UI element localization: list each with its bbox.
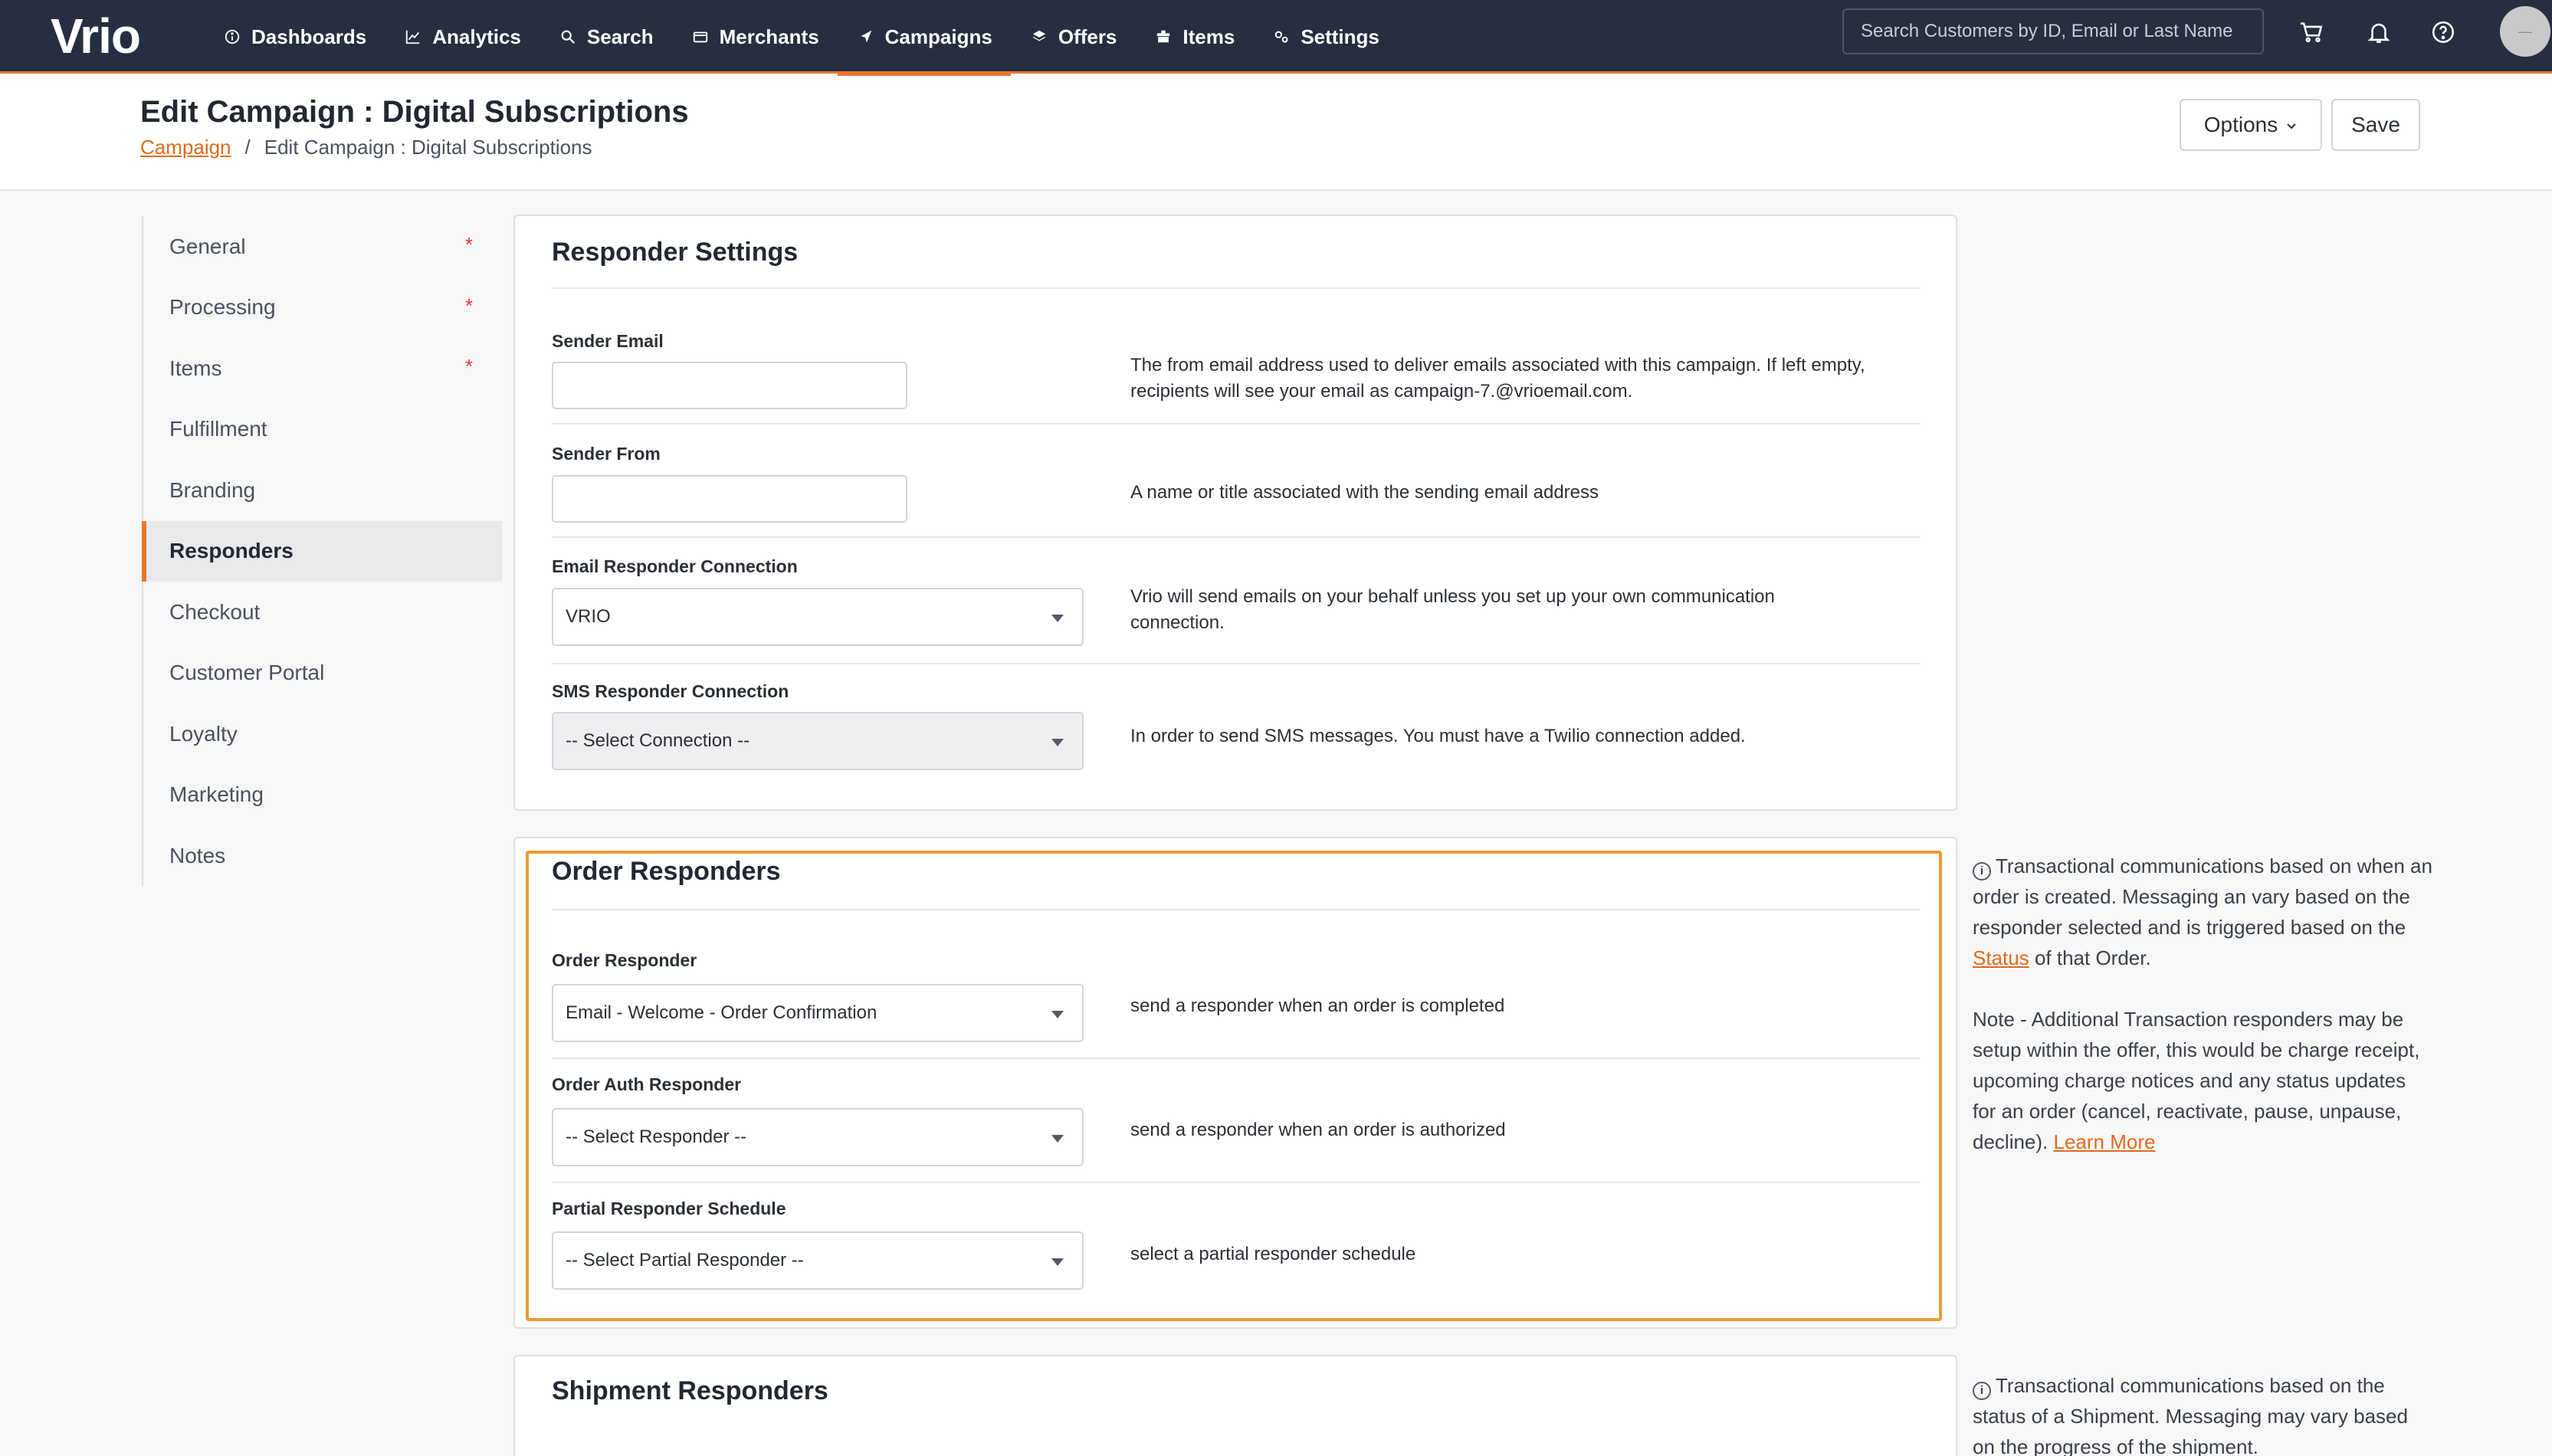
sidebar-item-notes[interactable]: Notes bbox=[143, 825, 502, 887]
divider bbox=[552, 1182, 1921, 1183]
sms-connection-label: SMS Responder Connection bbox=[552, 681, 789, 701]
customer-search-field[interactable] bbox=[1861, 21, 2245, 42]
email-connection-help: Vrio will send emails on your behalf unl… bbox=[1130, 586, 1775, 633]
divider bbox=[552, 663, 1921, 664]
partial-schedule-label: Partial Responder Schedule bbox=[552, 1199, 786, 1218]
sender-email-label: Sender Email bbox=[552, 331, 664, 351]
required-marker: * bbox=[464, 293, 473, 317]
main-nav: Dashboards Analytics Search Merchants Ca… bbox=[204, 0, 1398, 76]
nav-offers[interactable]: Offers bbox=[1011, 0, 1136, 74]
gears-icon bbox=[1271, 27, 1291, 47]
breadcrumb: Campaign / Edit Campaign : Digital Subsc… bbox=[140, 136, 592, 159]
order-auth-responder-help: send a responder when an order is author… bbox=[1130, 1120, 1506, 1140]
order-responder-label: Order Responder bbox=[552, 950, 697, 970]
info-icon bbox=[222, 27, 242, 47]
top-navbar: Vrio Dashboards Analytics Search Merchan… bbox=[0, 0, 2552, 76]
learn-more-link[interactable]: Learn More bbox=[2054, 1130, 2156, 1153]
divider bbox=[552, 423, 1921, 425]
page-title: Edit Campaign : Digital Subscriptions bbox=[140, 95, 689, 129]
shipment-responders-card: Shipment Responders bbox=[513, 1355, 1957, 1456]
nav-settings[interactable]: Settings bbox=[1253, 0, 1398, 74]
sidebar-item-items[interactable]: Items * bbox=[143, 338, 502, 399]
order-auth-responder-select[interactable]: -- Select Responder -- bbox=[552, 1108, 1084, 1166]
divider bbox=[552, 909, 1921, 910]
chart-icon bbox=[403, 27, 423, 47]
email-connection-select[interactable]: VRIO bbox=[552, 588, 1084, 646]
sender-from-label: Sender From bbox=[552, 444, 661, 464]
breadcrumb-separator: / bbox=[244, 136, 251, 159]
options-button[interactable]: Options bbox=[2180, 99, 2322, 151]
page-header: Edit Campaign : Digital Subscriptions Ca… bbox=[0, 76, 2552, 191]
vrio-logo[interactable]: Vrio bbox=[51, 8, 141, 64]
cart-icon[interactable] bbox=[2295, 15, 2328, 49]
order-responders-info: i Transactional communications based on w… bbox=[1973, 851, 2432, 1157]
required-marker: * bbox=[464, 355, 473, 378]
order-note-paragraph: Note - Additional Transaction responders… bbox=[1973, 1008, 2420, 1153]
responder-settings-card: Responder Settings Sender Email The from… bbox=[513, 215, 1957, 811]
nav-analytics[interactable]: Analytics bbox=[385, 0, 540, 74]
help-icon[interactable] bbox=[2426, 15, 2460, 49]
campaign-section-nav: General * Processing * Items * Fulfillment … bbox=[142, 216, 502, 886]
shipment-responders-info: i Transactional communications based on t… bbox=[1973, 1370, 2432, 1456]
sidebar-item-branding[interactable]: Branding bbox=[143, 460, 502, 521]
sender-email-input[interactable] bbox=[552, 362, 907, 409]
status-link[interactable]: Status bbox=[1973, 946, 2029, 969]
order-responder-select[interactable]: Email - Welcome - Order Confirmation bbox=[552, 984, 1084, 1042]
box-icon bbox=[1153, 27, 1173, 47]
divider bbox=[552, 1058, 1921, 1059]
breadcrumb-current: Edit Campaign : Digital Subscriptions bbox=[264, 136, 592, 159]
nav-dashboards[interactable]: Dashboards bbox=[204, 0, 385, 74]
sidebar-item-loyalty[interactable]: Loyalty bbox=[143, 703, 502, 765]
sidebar-item-marketing[interactable]: Marketing bbox=[143, 765, 502, 826]
chevron-down-icon bbox=[2285, 113, 2298, 137]
sender-from-help: A name or title associated with the send… bbox=[1130, 482, 1599, 503]
layers-icon bbox=[1029, 27, 1049, 47]
card-title: Order Responders bbox=[552, 857, 781, 886]
order-responder-help: send a responder when an order is comple… bbox=[1130, 995, 1505, 1016]
nav-items[interactable]: Items bbox=[1135, 0, 1253, 74]
order-responders-card: Order Responders Order Responder Email -… bbox=[513, 837, 1957, 1329]
order-auth-responder-label: Order Auth Responder bbox=[552, 1074, 742, 1094]
partial-schedule-help: select a partial responder schedule bbox=[1130, 1244, 1416, 1264]
nav-merchants[interactable]: Merchants bbox=[672, 0, 838, 74]
customer-search-input[interactable] bbox=[1842, 8, 2264, 54]
sidebar-item-responders[interactable]: Responders bbox=[142, 520, 502, 582]
sms-connection-help: In order to send SMS messages. You must … bbox=[1130, 726, 1746, 746]
sidebar-item-customer-portal[interactable]: Customer Portal bbox=[143, 643, 502, 704]
sender-email-help: The from email address used to deliver e… bbox=[1130, 355, 1865, 402]
sender-email-field[interactable] bbox=[553, 363, 906, 408]
sms-connection-select[interactable]: -- Select Connection -- bbox=[552, 712, 1084, 770]
dropdown-caret-icon bbox=[1051, 615, 1064, 622]
info-icon: i bbox=[1973, 862, 1991, 880]
partial-schedule-select[interactable]: -- Select Partial Responder -- bbox=[552, 1231, 1084, 1290]
shipment-info-paragraph: i Transactional communications based on t… bbox=[1973, 1374, 2408, 1456]
order-info-paragraph: i Transactional communications based on w… bbox=[1973, 854, 2432, 969]
search-icon bbox=[558, 27, 578, 47]
dropdown-caret-icon bbox=[1051, 1011, 1064, 1018]
divider bbox=[552, 287, 1921, 289]
divider bbox=[552, 536, 1921, 538]
save-button[interactable]: Save bbox=[2331, 99, 2420, 151]
nav-search[interactable]: Search bbox=[540, 0, 672, 74]
sender-from-field[interactable] bbox=[553, 477, 906, 521]
dropdown-caret-icon bbox=[1051, 1258, 1064, 1266]
card-title: Responder Settings bbox=[552, 238, 799, 267]
required-marker: * bbox=[464, 233, 473, 256]
breadcrumb-campaign-link[interactable]: Campaign bbox=[140, 136, 231, 159]
bell-icon[interactable] bbox=[2362, 15, 2396, 49]
sidebar-item-general[interactable]: General * bbox=[143, 216, 502, 277]
sender-from-input[interactable] bbox=[552, 475, 907, 523]
send-icon bbox=[856, 27, 876, 47]
sidebar-item-processing[interactable]: Processing * bbox=[143, 277, 502, 339]
card-title: Shipment Responders bbox=[552, 1376, 828, 1405]
dropdown-caret-icon bbox=[1051, 739, 1064, 746]
card-icon bbox=[690, 27, 710, 47]
nav-campaigns[interactable]: Campaigns bbox=[837, 0, 1011, 76]
email-connection-label: Email Responder Connection bbox=[552, 556, 798, 576]
sidebar-item-fulfillment[interactable]: Fulfillment bbox=[143, 399, 502, 461]
info-icon: i bbox=[1973, 1382, 1991, 1400]
sidebar-item-checkout[interactable]: Checkout bbox=[143, 582, 502, 643]
dropdown-caret-icon bbox=[1051, 1135, 1064, 1143]
avatar[interactable]: — bbox=[2500, 6, 2550, 57]
